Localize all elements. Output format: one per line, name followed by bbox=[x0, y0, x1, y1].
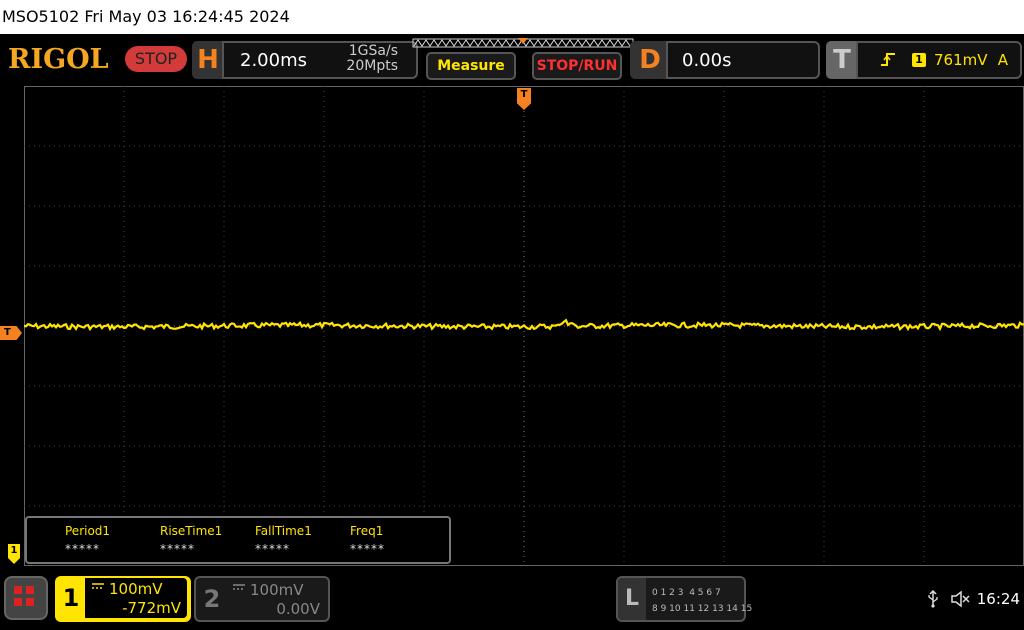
channel-1-scale: 100mV bbox=[109, 580, 163, 598]
dc-coupling-icon bbox=[233, 584, 245, 590]
measurement-panel[interactable]: Period1 ***** RiseTime1 ***** FallTime1 … bbox=[25, 516, 451, 564]
main-menu-button[interactable] bbox=[4, 576, 48, 620]
menu-grid-icon bbox=[14, 586, 22, 594]
trigger-mode: A bbox=[997, 51, 1008, 69]
channel-2-offset: 0.00V bbox=[276, 600, 320, 618]
trigger-level-marker[interactable]: T bbox=[0, 326, 22, 340]
usb-icon bbox=[928, 590, 938, 608]
measurement-name: Freq1 bbox=[350, 524, 384, 538]
delay-menu-button[interactable]: D bbox=[630, 41, 670, 79]
dc-coupling-icon bbox=[92, 583, 104, 589]
measurement-name: FallTime1 bbox=[255, 524, 312, 538]
logic-analyzer-panel[interactable]: L 0 1 2 3 4 5 6 7 8 9 10 11 12 13 14 15 bbox=[616, 576, 752, 622]
logic-analyzer-letter: L bbox=[618, 578, 646, 620]
measurement-value: ***** bbox=[350, 542, 385, 556]
sample-rate-info: 1GSa/s 20Mpts bbox=[346, 44, 398, 74]
measurement-item[interactable]: Period1 ***** bbox=[65, 524, 155, 556]
channel-2-number: 2 bbox=[203, 585, 221, 613]
bottom-bar: 1 100mV -772mV 2 100mV 0.00V L 0 1 2 3 4… bbox=[0, 566, 1024, 630]
waveform-grid[interactable] bbox=[24, 86, 1024, 566]
trigger-panel[interactable]: 1 761mV A bbox=[856, 41, 1022, 79]
trigger-source-badge: 1 bbox=[912, 53, 926, 67]
menu-grid-icon bbox=[14, 598, 22, 606]
measurement-value: ***** bbox=[65, 542, 100, 556]
trigger-menu-button[interactable]: T bbox=[826, 41, 858, 79]
channel-1-offset: -772mV bbox=[122, 599, 181, 617]
measure-button[interactable]: Measure bbox=[426, 52, 516, 80]
rigol-logo: RIGOL bbox=[8, 44, 109, 75]
logic-channels-low: 0 1 2 3 4 5 6 7 bbox=[652, 588, 721, 598]
memory-depth: 20Mpts bbox=[346, 58, 398, 74]
horizontal-panel[interactable]: 2.00ms 1GSa/s 20Mpts bbox=[222, 41, 418, 79]
run-state-badge[interactable]: STOP bbox=[125, 46, 187, 72]
channel-1-panel[interactable]: 1 100mV -772mV bbox=[55, 576, 191, 622]
measurement-value: ***** bbox=[160, 542, 195, 556]
measurement-name: Period1 bbox=[65, 524, 111, 538]
clock-time: 16:24 bbox=[976, 590, 1020, 608]
speaker-mute-icon[interactable] bbox=[950, 590, 970, 608]
timebase-value: 2.00ms bbox=[240, 50, 307, 71]
sample-rate: 1GSa/s bbox=[348, 43, 398, 59]
measurement-name: RiseTime1 bbox=[160, 524, 223, 538]
channel-2-scale: 100mV bbox=[250, 581, 304, 599]
delay-panel[interactable]: 0.00s bbox=[666, 41, 820, 79]
title-bar: MSO5102 Fri May 03 16:24:45 2024 bbox=[0, 0, 1024, 34]
menu-grid-icon bbox=[26, 586, 34, 594]
memory-position-ruler bbox=[412, 38, 634, 48]
measurement-item[interactable]: Freq1 ***** bbox=[350, 524, 440, 556]
horizontal-menu-button[interactable]: H bbox=[192, 41, 224, 79]
trigger-level: 761mV bbox=[934, 51, 988, 69]
header-bar: RIGOL STOP H 2.00ms 1GSa/s 20Mpts Measur… bbox=[0, 34, 1024, 86]
channel-2-panel[interactable]: 2 100mV 0.00V bbox=[194, 576, 330, 622]
delay-value: 0.00s bbox=[682, 50, 732, 71]
ch1-offset-marker[interactable]: 1 bbox=[8, 544, 20, 564]
logic-channels-high: 8 9 10 11 12 13 14 15 bbox=[652, 604, 753, 614]
menu-grid-icon bbox=[26, 598, 34, 606]
stop-run-button[interactable]: STOP/RUN bbox=[532, 52, 622, 80]
rising-edge-icon bbox=[881, 53, 895, 66]
measurement-value: ***** bbox=[255, 542, 290, 556]
measurement-item[interactable]: FallTime1 ***** bbox=[255, 524, 345, 556]
channel-1-number: 1 bbox=[62, 584, 80, 612]
measurement-item[interactable]: RiseTime1 ***** bbox=[160, 524, 250, 556]
